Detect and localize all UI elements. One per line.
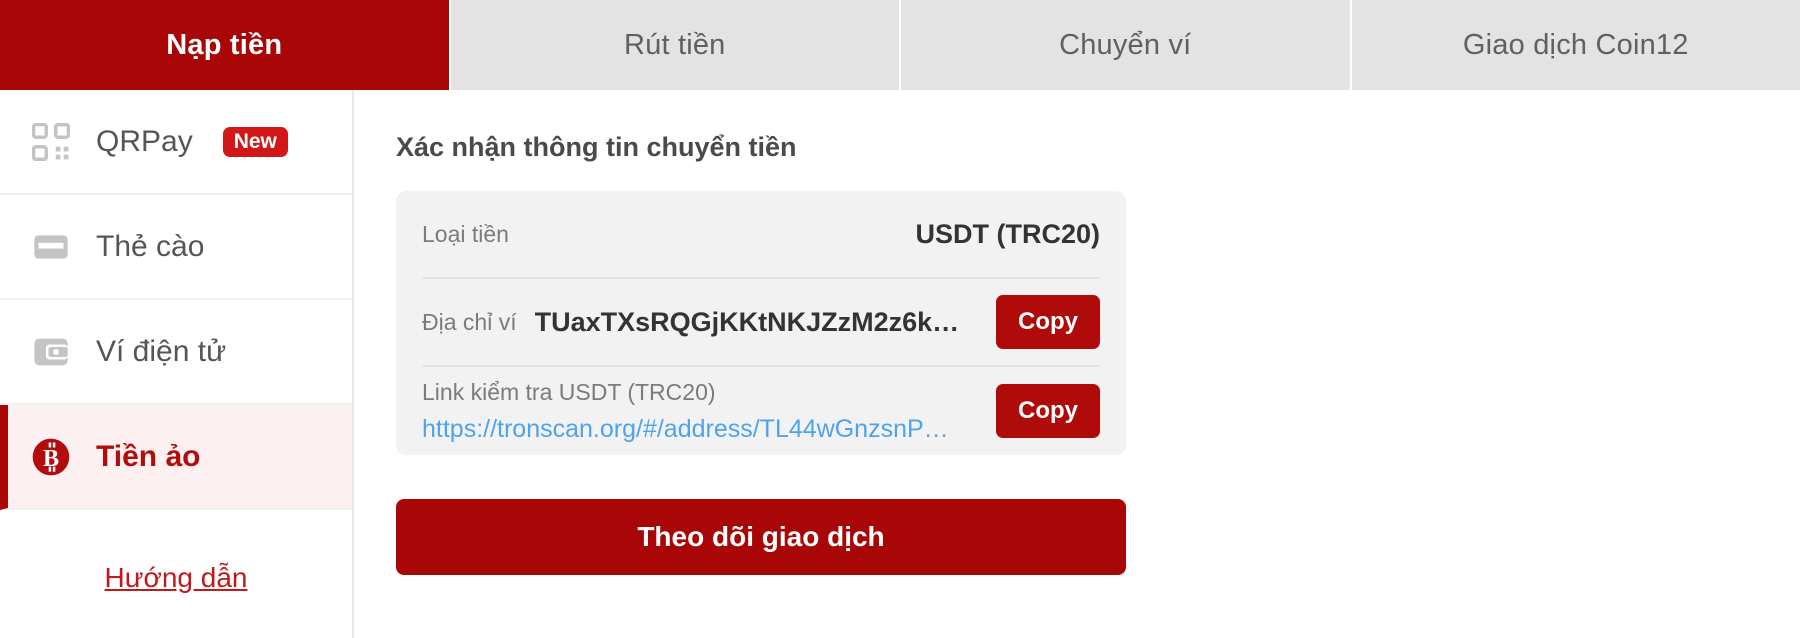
tab-chuyen-vi[interactable]: Chuyển ví: [901, 0, 1352, 90]
currency-label: Loại tiền: [422, 220, 509, 247]
wallet-icon: [30, 331, 72, 373]
wallet-address-value: TUaxTXsRQGjKKtNKJZzM2z6k5nY…: [534, 306, 960, 337]
row-check-link: Link kiểm tra USDT (TRC20) https://trons…: [422, 367, 1100, 455]
payment-method-sidebar: QRPay New Thẻ cào Ví điện tử B Tiền ảo H…: [0, 90, 354, 638]
top-tab-bar: Nạp tiền Rút tiền Chuyển ví Giao dịch Co…: [0, 0, 1800, 90]
tab-giao-dich-coin12[interactable]: Giao dịch Coin12: [1351, 0, 1800, 90]
content-body: QRPay New Thẻ cào Ví điện tử B Tiền ảo H…: [0, 90, 1800, 638]
check-link-label: Link kiểm tra USDT (TRC20): [422, 378, 716, 405]
sidebar-item-qrpay[interactable]: QRPay New: [0, 90, 352, 195]
qr-code-icon: [30, 121, 72, 163]
row-wallet-address: Địa chỉ ví TUaxTXsRQGjKKtNKJZzM2z6k5nY… …: [422, 279, 1100, 367]
guide-area: Hướng dẫn: [0, 510, 352, 638]
sidebar-item-label: Tiền ảo: [96, 439, 201, 473]
card-icon: [30, 226, 72, 268]
check-link-url[interactable]: https://tronscan.org/#/address/TL44wGnzs…: [422, 415, 978, 444]
tab-label: Rút tiền: [623, 28, 726, 61]
copy-link-button[interactable]: Copy: [996, 384, 1100, 438]
sidebar-item-vi-dien-tu[interactable]: Ví điện tử: [0, 300, 352, 405]
track-transaction-button[interactable]: Theo dõi giao dịch: [396, 499, 1126, 575]
guide-link[interactable]: Hướng dẫn: [105, 562, 248, 594]
check-link-block: Link kiểm tra USDT (TRC20) https://trons…: [422, 379, 978, 444]
tab-label: Giao dịch Coin12: [1462, 28, 1689, 61]
main-panel: Xác nhận thông tin chuyển tiền Loại tiền…: [354, 90, 1800, 638]
transfer-info-card: Loại tiền USDT (TRC20) Địa chỉ ví TUaxTX…: [396, 191, 1126, 455]
currency-value: USDT (TRC20): [915, 218, 1100, 249]
tab-nap-tien[interactable]: Nạp tiền: [0, 0, 451, 90]
sidebar-item-label: Ví điện tử: [96, 334, 227, 368]
copy-address-button[interactable]: Copy: [996, 295, 1100, 349]
sidebar-item-the-cao[interactable]: Thẻ cào: [0, 195, 352, 300]
bitcoin-icon: B: [30, 436, 72, 478]
wallet-address-label: Địa chỉ ví: [422, 308, 517, 335]
tab-rut-tien[interactable]: Rút tiền: [450, 0, 901, 90]
page-title: Xác nhận thông tin chuyển tiền: [396, 132, 797, 162]
new-badge: New: [222, 126, 288, 157]
tab-label: Nạp tiền: [166, 28, 283, 61]
deposit-screen: Nạp tiền Rút tiền Chuyển ví Giao dịch Co…: [0, 0, 1800, 638]
tab-label: Chuyển ví: [1059, 28, 1192, 61]
sidebar-item-tien-ao[interactable]: B Tiền ảo: [0, 405, 352, 510]
sidebar-item-label: QRPay: [96, 124, 193, 158]
sidebar-item-label: Thẻ cào: [96, 229, 205, 263]
row-currency: Loại tiền USDT (TRC20): [422, 191, 1100, 279]
